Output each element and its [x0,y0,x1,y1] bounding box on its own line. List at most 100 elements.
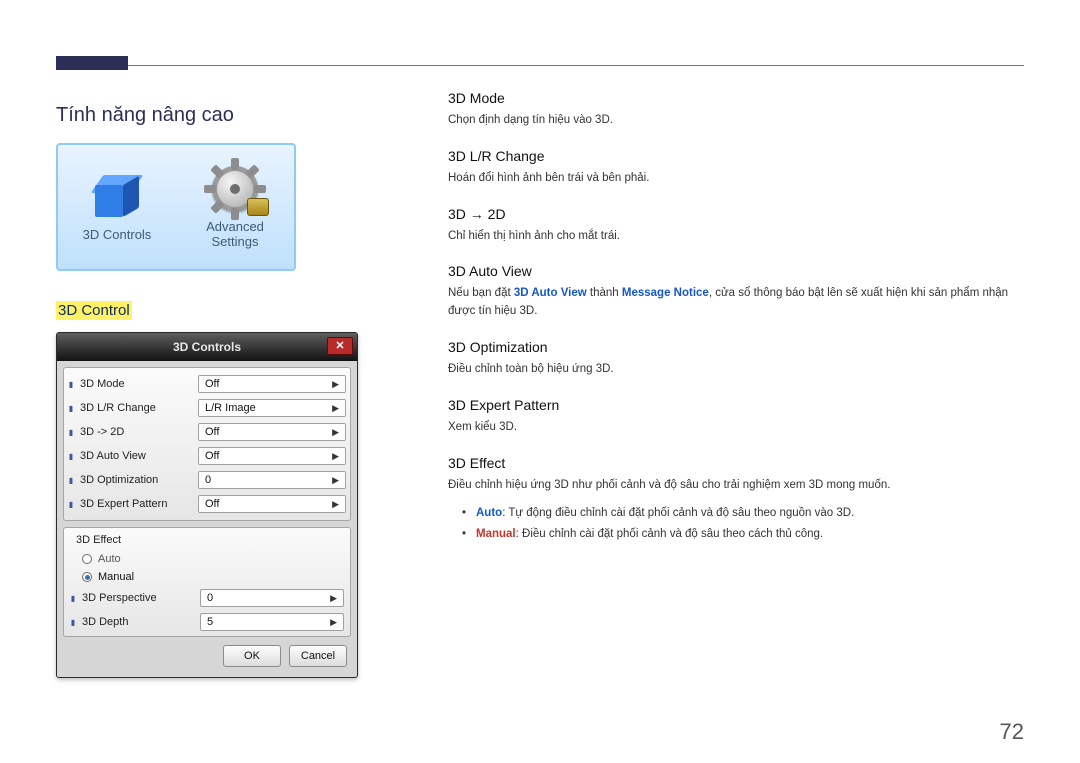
row-3d-mode: ▮ 3D Mode Off▶ [68,372,346,396]
chevron-right-icon: ▶ [332,427,339,438]
dropdown-3d-auto-view[interactable]: Off ▶ [198,447,346,465]
row-3d-expert-pattern: ▮ 3D Expert Pattern Off▶ [68,492,346,516]
opt-desc: Điều chỉnh hiệu ứng 3D như phối cảnh và … [448,477,1024,495]
opt-desc: Chọn định dạng tín hiệu vào 3D. [448,112,1024,130]
effect-group-panel: 3D Effect Auto Manual ▮ 3D Perspective [63,527,351,637]
opt-title: 3D Optimization [448,339,1024,355]
row-bullet-icon: ▮ [68,452,74,461]
sub-section-title: 3D Control [56,301,132,320]
cancel-button[interactable]: Cancel [289,645,347,667]
dropdown-value: Off [205,378,219,390]
opt-title: 3D → 2D [448,206,1024,222]
stepper-value: 5 [207,616,213,628]
row-label: 3D Perspective [82,592,194,604]
close-button[interactable]: ✕ [327,337,353,355]
row-3d-to-2d: ▮ 3D -> 2D Off ▶ [68,420,346,444]
row-3d-lr-change: ▮ 3D L/R Change L/R Image ▶ [68,396,346,420]
card-3d-controls[interactable]: 3D Controls [58,145,176,269]
row-bullet-icon: ▮ [68,404,74,413]
radio-icon [82,554,92,564]
dialog-title: 3D Controls [173,340,241,354]
adv-line2: Settings [212,234,259,249]
chevron-right-icon: ▶ [330,593,337,604]
stepper-value: 0 [205,474,211,486]
radio-row-manual[interactable]: Manual [70,568,344,586]
dropdown-3d-mode[interactable]: Off ▶ [198,375,346,393]
card-advanced-settings[interactable]: Advanced Settings [176,145,294,269]
row-label: 3D Expert Pattern [80,498,192,510]
chevron-right-icon: ▶ [330,617,337,628]
radio-icon [82,572,92,582]
card-3d-controls-label: 3D Controls [83,228,152,243]
radio-label: Auto [98,553,121,565]
keyword-manual: Manual [476,528,516,540]
stepper-value: 0 [207,592,213,604]
chevron-right-icon: ▶ [332,475,339,486]
opt-3d-expert-pattern: 3D Expert Pattern Xem kiểu 3D. [448,397,1024,437]
row-label: 3D -> 2D [80,426,192,438]
rule-block [56,56,128,70]
section-title: Tính năng nâng cao [56,104,376,127]
dropdown-3d-lr-change[interactable]: L/R Image ▶ [198,399,346,417]
dropdown-3d-expert-pattern[interactable]: Off ▶ [198,495,346,513]
dropdown-value: Off [205,498,219,510]
header-rule [56,56,1024,74]
stepper-3d-optimization[interactable]: 0▶ [198,471,346,489]
left-column: Tính năng nâng cao 3D Controls [56,86,376,678]
row-3d-auto-view: ▮ 3D Auto View Off ▶ [68,444,346,468]
row-label: 3D Optimization [80,474,192,486]
row-3d-depth: ▮ 3D Depth 5▶ [70,610,344,634]
opt-desc: Điều chỉnh toàn bộ hiệu ứng 3D. [448,361,1024,379]
page-number: 72 [1000,719,1024,745]
effect-group-title: 3D Effect [76,534,344,546]
dropdown-3d-to-2d[interactable]: Off ▶ [198,423,346,441]
desc-mid: thành [587,287,622,299]
chevron-right-icon: ▶ [332,451,339,462]
opt-title: 3D Auto View [448,263,1024,279]
bullet-text: : Điều chỉnh cài đặt phối cảnh và độ sâu… [516,528,824,540]
dropdown-value: Off [205,450,219,462]
row-3d-optimization: ▮ 3D Optimization 0▶ [68,468,346,492]
opt-desc: Xem kiểu 3D. [448,419,1024,437]
stepper-3d-perspective[interactable]: 0▶ [200,589,344,607]
chevron-right-icon: ▶ [332,403,339,414]
row-label: 3D L/R Change [80,402,192,414]
chevron-right-icon: ▶ [332,499,339,510]
opt-3d-optimization: 3D Optimization Điều chỉnh toàn bộ hiệu … [448,339,1024,379]
ok-button[interactable]: OK [223,645,281,667]
opt-desc: Nếu bạn đặt 3D Auto View thành Message N… [448,285,1024,321]
opt-3d-to-2d: 3D → 2D Chỉ hiển thị hình ảnh cho mắt tr… [448,206,1024,246]
radio-label: Manual [98,571,134,583]
dialog-3d-controls: 3D Controls ✕ ▮ 3D Mode Off▶ ▮ 3D L/R Ch… [56,332,358,678]
keyword-auto: Auto [476,507,502,519]
keyword-3d-auto-view: 3D Auto View [514,287,587,299]
feature-icon-card: 3D Controls Advanced Settings [56,143,296,271]
bullet-auto: Auto: Tự động điều chỉnh cài đặt phối cả… [462,503,1024,525]
rule-line [56,65,1024,66]
effect-bullets: Auto: Tự động điều chỉnh cài đặt phối cả… [462,503,1024,547]
dropdown-value: Off [205,426,219,438]
desc-pre: Nếu bạn đặt [448,287,514,299]
cube-icon [85,172,149,222]
dropdown-value: L/R Image [205,402,256,414]
dialog-button-row: OK Cancel [63,637,351,671]
adv-line1: Advanced [206,219,264,234]
row-bullet-icon: ▮ [68,476,74,485]
stepper-3d-depth[interactable]: 5▶ [200,613,344,631]
radio-row-auto[interactable]: Auto [70,550,344,568]
chevron-right-icon: ▶ [332,379,339,390]
bullet-manual: Manual: Điều chỉnh cài đặt phối cảnh và … [462,524,1024,546]
row-bullet-icon: ▮ [70,618,76,627]
row-bullet-icon: ▮ [68,428,74,437]
main-settings-panel: ▮ 3D Mode Off▶ ▮ 3D L/R Change L/R Image… [63,367,351,521]
gear-icon [203,164,267,214]
bullet-text: : Tự động điều chỉnh cài đặt phối cảnh v… [502,507,854,519]
opt-desc: Hoán đổi hình ảnh bên trái và bên phải. [448,170,1024,188]
opt-title: 3D L/R Change [448,148,1024,164]
dialog-titlebar: 3D Controls ✕ [57,333,357,361]
row-label: 3D Depth [82,616,194,628]
row-3d-perspective: ▮ 3D Perspective 0▶ [70,586,344,610]
opt-3d-auto-view: 3D Auto View Nếu bạn đặt 3D Auto View th… [448,263,1024,321]
row-label: 3D Auto View [80,450,192,462]
opt-3d-lr-change: 3D L/R Change Hoán đổi hình ảnh bên trái… [448,148,1024,188]
